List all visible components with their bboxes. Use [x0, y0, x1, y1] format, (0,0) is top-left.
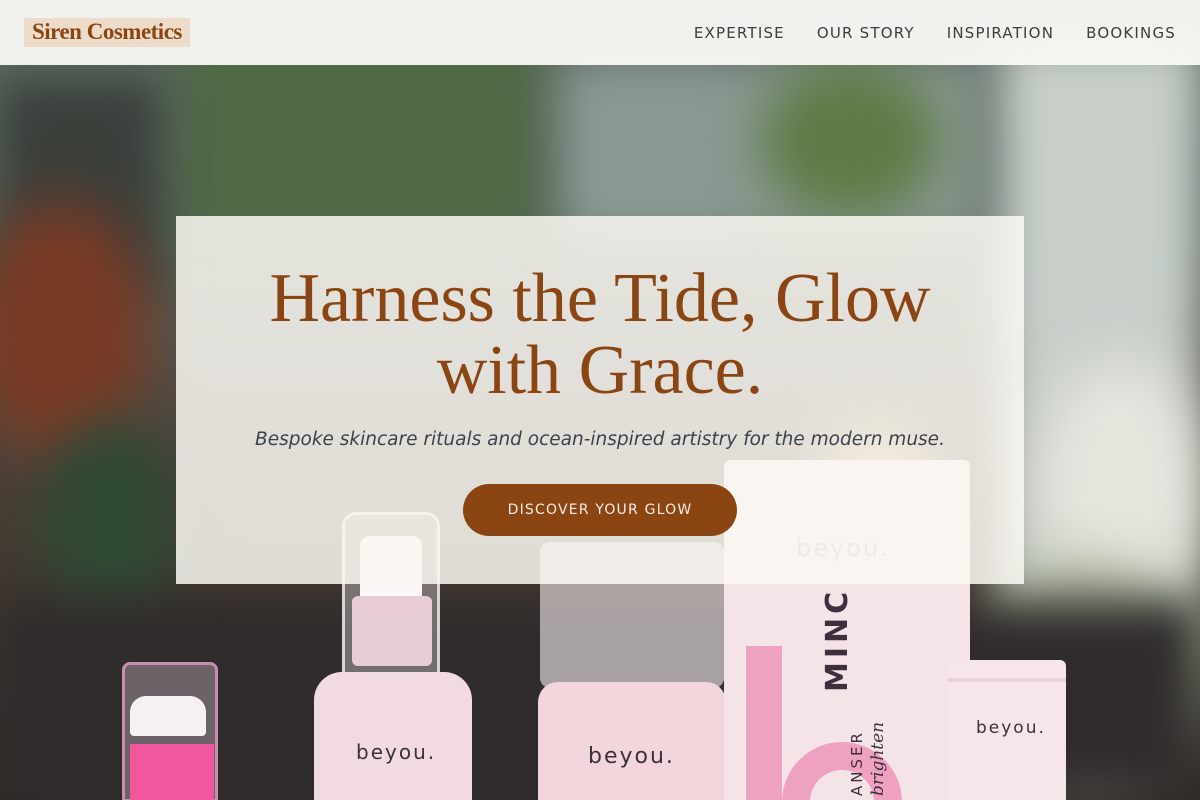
brand-mark: beyou.: [356, 740, 437, 764]
tube-label-big: MINC: [820, 587, 855, 692]
nav-link-our-story[interactable]: OUR STORY: [817, 24, 915, 42]
hero-title-line1: Harness the Tide, Glow: [269, 260, 931, 337]
hero-title-line2: with Grace.: [436, 332, 764, 409]
tube-label-small: ANSER: [848, 730, 866, 796]
nav-link-inspiration[interactable]: INSPIRATION: [947, 24, 1054, 42]
brand-logo[interactable]: Siren Cosmetics: [24, 18, 190, 47]
hero-card: Harness the Tide, Glow with Grace. Bespo…: [176, 216, 1024, 584]
mini-tube: beyou.: [948, 660, 1066, 800]
nav-link-expertise[interactable]: EXPERTISE: [694, 24, 785, 42]
discover-your-glow-button[interactable]: DISCOVER YOUR GLOW: [463, 484, 737, 536]
hero-subtitle: Bespoke skincare rituals and ocean-inspi…: [255, 429, 945, 450]
brand-mark: beyou.: [588, 744, 675, 769]
main-nav: EXPERTISE OUR STORY INSPIRATION BOOKINGS: [694, 24, 1176, 42]
pink-serum-bottle: [122, 662, 218, 800]
nav-link-bookings[interactable]: BOOKINGS: [1086, 24, 1176, 42]
tube-label-script: brighten: [868, 721, 888, 796]
top-navigation-bar: Siren Cosmetics EXPERTISE OUR STORY INSP…: [0, 0, 1200, 65]
brand-mark: beyou.: [976, 718, 1046, 738]
hero-title: Harness the Tide, Glow with Grace.: [176, 263, 1024, 407]
